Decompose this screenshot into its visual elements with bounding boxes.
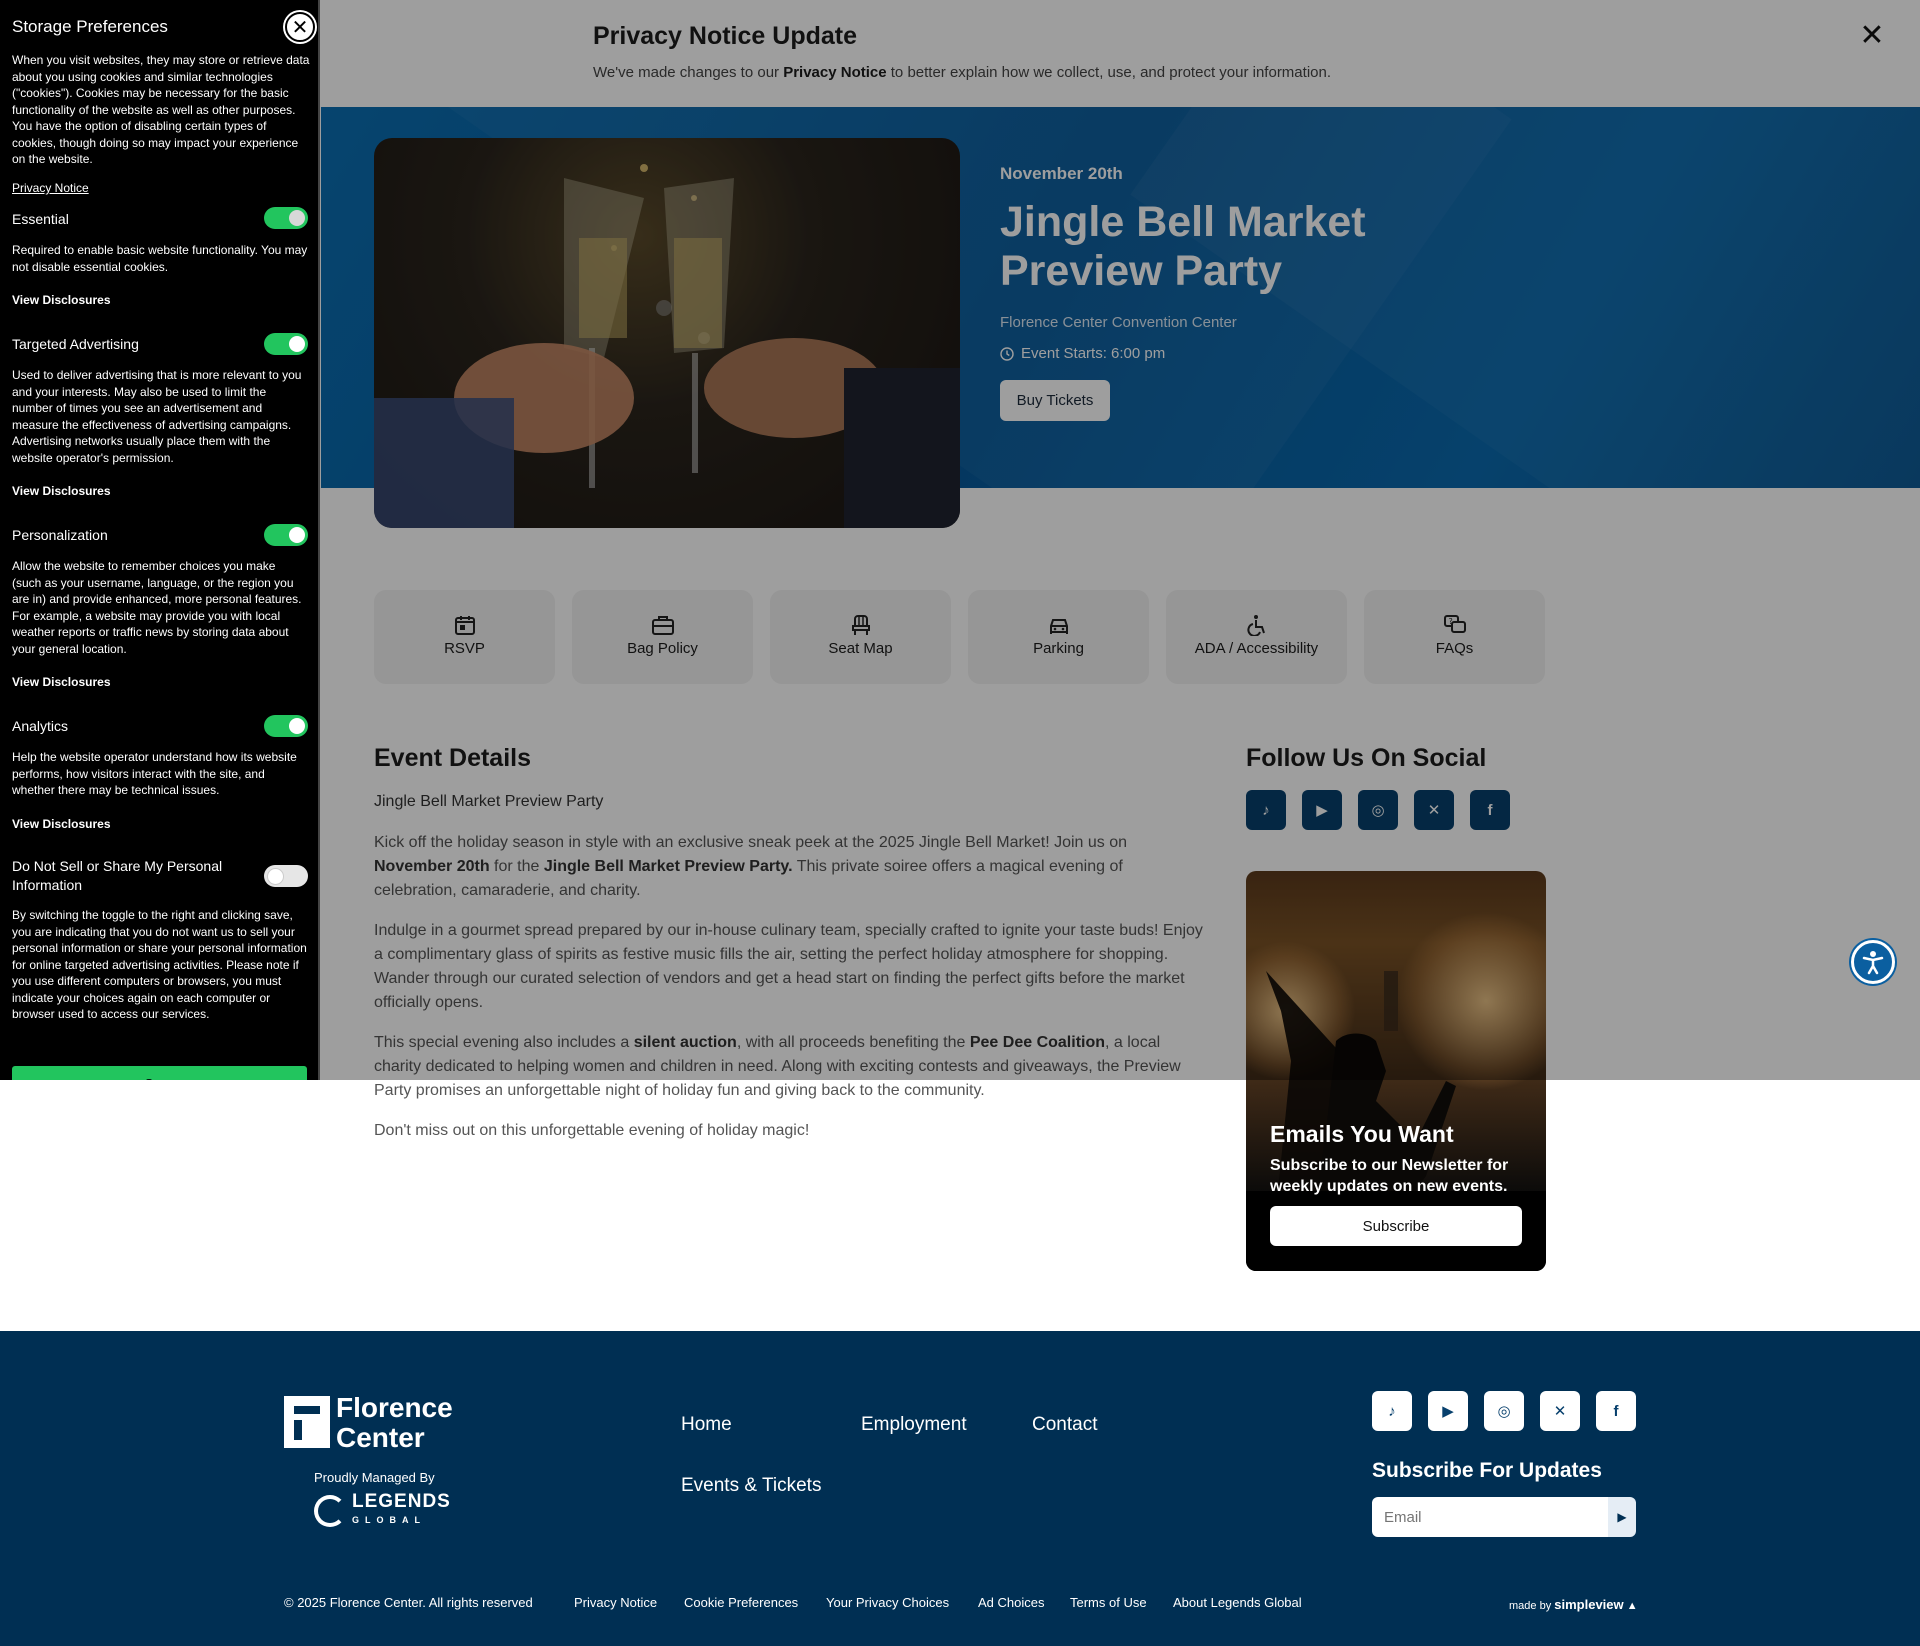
florence-center-logo[interactable]: Florence Center: [336, 1393, 453, 1453]
toggle-analytics[interactable]: [264, 715, 308, 737]
simpleview-logo-icon: ▲: [1626, 1600, 1638, 1612]
toggle-do-not-sell[interactable]: [264, 865, 308, 887]
storage-preferences-panel: Storage Preferences ✕ When you visit web…: [0, 0, 320, 1080]
category-desc-targeted-advertising: Used to deliver advertising that is more…: [12, 368, 302, 465]
footer-link-ad-choices[interactable]: Ad Choices: [978, 1595, 1044, 1610]
category-title-do-not-sell: Do Not Sell or Share My Personal Informa…: [12, 858, 223, 893]
toggle-targeted-advertising[interactable]: [264, 333, 308, 355]
toggle-personalization[interactable]: [264, 524, 308, 546]
promo-title: Emails You Want: [1270, 1121, 1454, 1147]
copyright: © 2025 Florence Center. All rights reser…: [284, 1595, 533, 1610]
footer-nav-events[interactable]: Events & Tickets: [681, 1475, 821, 1497]
panel-close-button[interactable]: ✕: [285, 12, 315, 42]
youtube-icon[interactable]: ▶: [1428, 1391, 1468, 1431]
footer-link-privacy-choices[interactable]: Your Privacy Choices: [826, 1595, 949, 1610]
category-title-analytics: Analytics: [12, 718, 69, 734]
view-disclosures-analytics[interactable]: View Disclosures: [12, 817, 111, 831]
caret-right-icon: ▶: [1617, 1510, 1627, 1524]
x-icon[interactable]: ✕: [1540, 1391, 1580, 1431]
save-preferences-button[interactable]: Save: [12, 1066, 307, 1080]
panel-privacy-link[interactable]: Privacy Notice: [12, 181, 89, 195]
site-footer: Florence Center Proudly Managed By LEGEND…: [0, 1331, 1920, 1646]
accessibility-person-icon: [1862, 951, 1884, 975]
tiktok-icon[interactable]: ♪: [1372, 1391, 1412, 1431]
footer-nav-contact[interactable]: Contact: [1032, 1414, 1097, 1436]
subscribe-heading: Subscribe For Updates: [1372, 1459, 1602, 1482]
footer-nav-employment[interactable]: Employment: [861, 1414, 967, 1436]
made-by-simpleview[interactable]: made by simpleview ▲: [1509, 1597, 1638, 1612]
footer-link-cookie-preferences[interactable]: Cookie Preferences: [684, 1595, 798, 1610]
florence-center-logo-icon[interactable]: [284, 1396, 330, 1448]
view-disclosures-targeted-advertising[interactable]: View Disclosures: [12, 484, 111, 498]
email-input[interactable]: [1372, 1497, 1608, 1537]
instagram-icon[interactable]: ◎: [1484, 1391, 1524, 1431]
footer-link-terms[interactable]: Terms of Use: [1070, 1595, 1147, 1610]
facebook-icon[interactable]: f: [1596, 1391, 1636, 1431]
footer-nav-home[interactable]: Home: [681, 1414, 732, 1436]
email-submit-button[interactable]: ▶: [1608, 1497, 1636, 1537]
panel-intro: When you visit websites, they may store …: [12, 53, 310, 166]
promo-subscribe-button[interactable]: Subscribe: [1270, 1206, 1522, 1246]
footer-link-privacy-notice[interactable]: Privacy Notice: [574, 1595, 657, 1610]
accessibility-widget-button[interactable]: [1851, 940, 1895, 984]
panel-title: Storage Preferences: [12, 17, 168, 36]
category-desc-analytics: Help the website operator understand how…: [12, 750, 297, 797]
category-desc-do-not-sell: By switching the toggle to the right and…: [12, 908, 307, 1021]
category-title-essential: Essential: [12, 211, 69, 227]
category-title-personalization: Personalization: [12, 527, 108, 543]
footer-link-about-legends[interactable]: About Legends Global: [1173, 1595, 1302, 1610]
legends-global-logo[interactable]: LEGENDS GLOBAL: [314, 1492, 451, 1529]
close-icon: ✕: [291, 16, 309, 39]
view-disclosures-personalization[interactable]: View Disclosures: [12, 675, 111, 689]
promo-text: Subscribe to our Newsletter for weekly u…: [1270, 1157, 1509, 1195]
category-desc-personalization: Allow the website to remember choices yo…: [12, 559, 302, 656]
event-details-paragraph: Don't miss out on this unforgettable eve…: [374, 1122, 810, 1139]
legends-ring-icon: [314, 1495, 346, 1527]
category-desc-essential: Required to enable basic website functio…: [12, 243, 308, 274]
toggle-essential[interactable]: [264, 207, 308, 229]
managed-by-label: Proudly Managed By: [314, 1470, 435, 1485]
view-disclosures-essential[interactable]: View Disclosures: [12, 293, 111, 307]
category-title-targeted-advertising: Targeted Advertising: [12, 336, 139, 352]
